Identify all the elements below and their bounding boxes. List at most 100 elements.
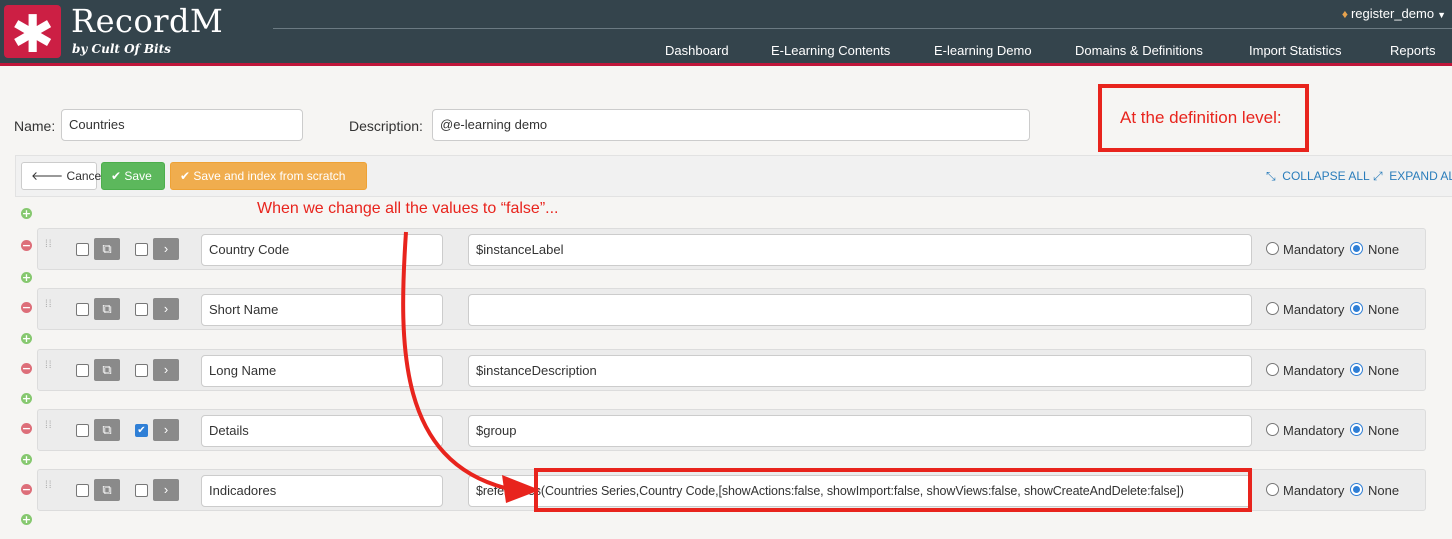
field-description-input[interactable]: $instanceDescription xyxy=(468,355,1252,387)
none-radio[interactable] xyxy=(1350,302,1363,315)
group-checkbox[interactable] xyxy=(135,364,148,377)
brand-title: RecordM xyxy=(71,2,224,40)
nav-e-learning-contents[interactable]: E-Learning Contents xyxy=(771,43,890,58)
mandatory-label: Mandatory xyxy=(1283,242,1345,257)
chevron-right-icon[interactable]: › xyxy=(153,419,179,441)
field-name-input[interactable]: Details xyxy=(201,415,443,447)
remove-field-minus-icon[interactable]: − xyxy=(21,363,32,374)
none-radio[interactable] xyxy=(1350,423,1363,436)
mandatory-radio[interactable] xyxy=(1266,302,1279,315)
none-label: None xyxy=(1368,242,1400,257)
group-checkbox-checked[interactable]: ✔ xyxy=(135,424,148,437)
duplicate-icon[interactable]: ⧉ xyxy=(94,359,120,381)
group-checkbox[interactable] xyxy=(135,303,148,316)
nav-import-statistics[interactable]: Import Statistics xyxy=(1249,43,1341,58)
mandatory-label: Mandatory xyxy=(1283,302,1345,317)
none-label: None xyxy=(1368,302,1400,317)
group-checkbox[interactable] xyxy=(135,484,148,497)
chevron-right-icon[interactable]: › xyxy=(153,479,179,501)
none-label: None xyxy=(1368,423,1400,438)
remove-field-minus-icon[interactable]: − xyxy=(21,423,32,434)
mandatory-radio[interactable] xyxy=(1266,423,1279,436)
cancel-button[interactable]: 🡐 Cancel xyxy=(21,162,104,190)
add-field-plus-icon[interactable]: + xyxy=(21,393,32,404)
nav-e-learning-demo[interactable]: E-learning Demo xyxy=(934,43,1032,58)
field-description-input[interactable]: $instanceLabel xyxy=(468,234,1252,266)
nav-reports[interactable]: Reports xyxy=(1390,43,1436,58)
mandatory-radio[interactable] xyxy=(1266,483,1279,496)
add-field-plus-icon[interactable]: + xyxy=(21,514,32,525)
drag-handle-icon[interactable]: ⁞⁞ xyxy=(45,300,53,316)
field-name-input[interactable]: Indicadores xyxy=(201,475,443,507)
expand-icon: ⤢ xyxy=(1373,169,1383,183)
mandatory-radio[interactable] xyxy=(1266,363,1279,376)
logo[interactable]: ✱ xyxy=(4,5,61,65)
none-radio[interactable] xyxy=(1350,242,1363,255)
collapse-all-label: COLLAPSE ALL xyxy=(1282,169,1370,183)
field-name-input[interactable]: Short Name xyxy=(201,294,443,326)
duplicate-icon[interactable]: ⧉ xyxy=(94,419,120,441)
select-checkbox[interactable] xyxy=(76,243,89,256)
add-field-plus-icon[interactable]: + xyxy=(21,272,32,283)
caret-down-icon: ▼ xyxy=(1437,10,1446,20)
select-checkbox[interactable] xyxy=(76,484,89,497)
arrow-left-icon: 🡐 xyxy=(31,169,64,183)
check-icon: ✔ xyxy=(180,169,191,183)
select-checkbox[interactable] xyxy=(76,364,89,377)
duplicate-icon[interactable]: ⧉ xyxy=(94,479,120,501)
expand-all-link[interactable]: ⤢ EXPAND ALL xyxy=(1373,169,1452,184)
asterisk-logo-icon: ✱ xyxy=(10,5,55,65)
chevron-right-icon[interactable]: › xyxy=(153,359,179,381)
chevron-right-icon[interactable]: › xyxy=(153,238,179,260)
chevron-right-icon[interactable]: › xyxy=(153,298,179,320)
none-label: None xyxy=(1368,483,1400,498)
field-description-input[interactable]: $group xyxy=(468,415,1252,447)
none-radio[interactable] xyxy=(1350,483,1363,496)
description-input[interactable]: @e-learning demo xyxy=(432,109,1030,141)
description-label: Description: xyxy=(349,118,423,134)
mandatory-label: Mandatory xyxy=(1283,483,1345,498)
annotation-highlight-box xyxy=(534,468,1252,512)
field-row: ⁞⁞ ⧉ › Long Name $instanceDescription Ma… xyxy=(37,349,1426,391)
mandatory-label: Mandatory xyxy=(1283,363,1345,378)
none-radio[interactable] xyxy=(1350,363,1363,376)
save-index-label: Save and index from scratch xyxy=(193,169,346,183)
user-menu[interactable]: ♦ register_demo ▼ xyxy=(1342,6,1446,21)
brand-subtitle: by Cult Of Bits xyxy=(72,42,171,56)
duplicate-icon[interactable]: ⧉ xyxy=(94,298,120,320)
field-name-input[interactable]: Long Name xyxy=(201,355,443,387)
add-field-plus-icon[interactable]: + xyxy=(21,333,32,344)
duplicate-icon[interactable]: ⧉ xyxy=(94,238,120,260)
annotation-change-values-text: When we change all the values to “false”… xyxy=(257,200,559,217)
nav-domains-definitions[interactable]: Domains & Definitions xyxy=(1075,43,1203,58)
field-row: ⁞⁞ ⧉ ✔ › Details $group Mandatory None xyxy=(37,409,1426,451)
field-description-input[interactable] xyxy=(468,294,1252,326)
save-button[interactable]: ✔ Save xyxy=(101,162,165,190)
save-and-index-button[interactable]: ✔ Save and index from scratch xyxy=(170,162,367,190)
save-label: Save xyxy=(124,169,152,183)
collapse-icon: ⤡ xyxy=(1266,169,1276,183)
drag-handle-icon[interactable]: ⁞⁞ xyxy=(45,240,53,256)
add-field-plus-icon[interactable]: + xyxy=(21,454,32,465)
username: register_demo xyxy=(1350,6,1435,21)
drag-handle-icon[interactable]: ⁞⁞ xyxy=(45,421,53,437)
user-icon: ♦ xyxy=(1341,7,1348,21)
remove-field-minus-icon[interactable]: − xyxy=(21,484,32,495)
remove-field-minus-icon[interactable]: − xyxy=(21,240,32,251)
nav-dashboard[interactable]: Dashboard xyxy=(665,43,729,58)
select-checkbox[interactable] xyxy=(76,303,89,316)
field-row: ⁞⁞ ⧉ › Country Code $instanceLabel Manda… xyxy=(37,228,1426,270)
group-checkbox[interactable] xyxy=(135,243,148,256)
collapse-all-link[interactable]: ⤡ COLLAPSE ALL xyxy=(1266,169,1370,184)
expand-all-label: EXPAND ALL xyxy=(1389,169,1452,183)
remove-field-minus-icon[interactable]: − xyxy=(21,302,32,313)
header-divider xyxy=(273,28,1452,29)
add-field-plus-icon[interactable]: + xyxy=(21,208,32,219)
name-input[interactable]: Countries xyxy=(61,109,303,141)
mandatory-radio[interactable] xyxy=(1266,242,1279,255)
field-name-input[interactable]: Country Code xyxy=(201,234,443,266)
drag-handle-icon[interactable]: ⁞⁞ xyxy=(45,481,53,497)
select-checkbox[interactable] xyxy=(76,424,89,437)
drag-handle-icon[interactable]: ⁞⁞ xyxy=(45,361,53,377)
annotation-definition-text: At the definition level: xyxy=(1120,108,1282,127)
